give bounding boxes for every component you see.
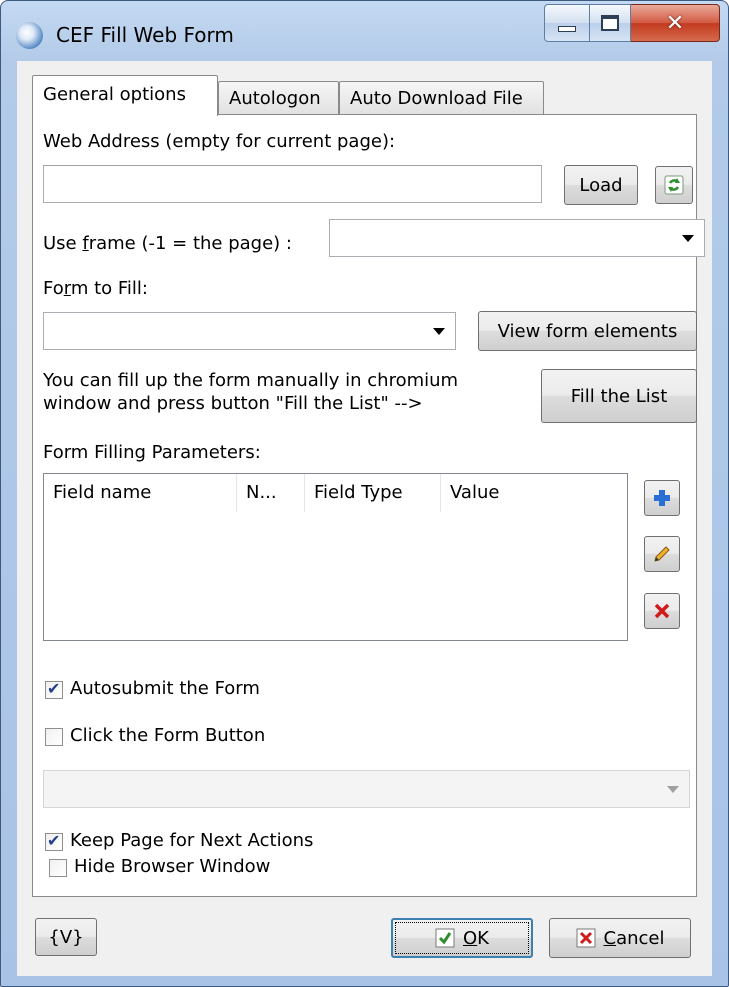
click-form-button-label[interactable]: Click the Form Button	[70, 725, 265, 746]
column-field-name[interactable]: Field name	[44, 474, 237, 512]
refresh-icon	[664, 175, 684, 195]
parameters-list-header: Field name N... Field Type Value	[44, 474, 627, 512]
window-title: CEF Fill Web Form	[56, 23, 234, 47]
autosubmit-checkbox[interactable]	[45, 679, 63, 699]
cancel-icon	[576, 928, 595, 948]
minimize-icon	[558, 26, 576, 32]
form-label: Form to Fill:	[43, 278, 148, 299]
tab-panel-general: Web Address (empty for current page): Lo…	[32, 114, 705, 897]
check-icon	[435, 928, 455, 948]
cancel-rest: ancel	[616, 927, 665, 949]
tab-general-options[interactable]: General options	[32, 75, 218, 116]
form-label-mnemonic: r	[63, 278, 71, 299]
form-label-pre: Fo	[43, 278, 64, 299]
fill-hint-line-2: window and press button "Fill the List" …	[43, 393, 423, 414]
chevron-down-icon	[667, 786, 679, 793]
parameters-label: Form Filling Parameters:	[43, 442, 261, 463]
add-parameter-button[interactable]	[644, 480, 680, 516]
tab-autologon[interactable]: Autologon	[218, 81, 339, 115]
autosubmit-label[interactable]: Autosubmit the Form	[70, 678, 260, 699]
cancel-mnemonic: C	[603, 927, 617, 949]
pencil-icon	[654, 546, 670, 562]
plus-icon	[654, 490, 670, 506]
fill-the-list-button[interactable]: Fill the List	[541, 369, 697, 423]
ok-rest: K	[477, 927, 489, 949]
tab-auto-download-file[interactable]: Auto Download File	[339, 81, 544, 115]
form-button-select[interactable]	[43, 770, 690, 808]
form-select[interactable]	[43, 312, 456, 350]
keep-page-label[interactable]: Keep Page for Next Actions	[70, 830, 313, 851]
cancel-label: Cancel	[604, 928, 665, 949]
frame-label: Use frame (-1 = the page) :	[43, 233, 292, 254]
close-button[interactable]: ✕	[631, 4, 720, 42]
form-label-post: m to Fill:	[70, 278, 148, 299]
keep-page-checkbox[interactable]	[45, 831, 63, 851]
fill-hint-line-1: You can fill up the form manually in chr…	[43, 370, 459, 391]
title-bar[interactable]: CEF Fill Web Form ✕	[1, 1, 728, 61]
minimize-button[interactable]	[544, 4, 590, 42]
fill-hint-text: You can fill up the form manually in chr…	[43, 369, 458, 415]
web-address-label: Web Address (empty for current page):	[43, 131, 396, 152]
click-form-button-checkbox[interactable]	[45, 728, 63, 746]
delete-parameter-button[interactable]	[644, 593, 680, 629]
hide-browser-label[interactable]: Hide Browser Window	[74, 856, 270, 877]
chevron-down-icon	[433, 328, 445, 335]
view-form-elements-button[interactable]: View form elements	[478, 311, 697, 351]
load-button[interactable]: Load	[564, 165, 638, 205]
chevron-down-icon	[682, 235, 694, 242]
ok-mnemonic: O	[463, 927, 478, 949]
variables-button[interactable]: {V}	[35, 918, 97, 956]
caption-buttons: ✕	[544, 4, 720, 42]
maximize-icon	[601, 15, 619, 31]
cancel-button[interactable]: Cancel	[549, 918, 691, 958]
close-icon: ✕	[665, 10, 685, 36]
column-n[interactable]: N...	[237, 474, 305, 512]
refresh-button[interactable]	[655, 166, 693, 204]
column-field-type[interactable]: Field Type	[305, 474, 441, 512]
frame-select[interactable]	[329, 219, 705, 257]
app-icon	[16, 22, 43, 49]
parameters-list[interactable]: Field name N... Field Type Value	[43, 473, 628, 641]
web-address-input[interactable]	[43, 165, 542, 203]
dialog-client: General options Autologon Auto Download …	[17, 61, 712, 976]
column-value[interactable]: Value	[441, 474, 571, 512]
ok-button[interactable]: OK	[391, 918, 533, 958]
delete-icon	[654, 603, 670, 619]
ok-label: OK	[463, 928, 489, 949]
dialog-window: CEF Fill Web Form ✕ General options Auto…	[0, 0, 729, 987]
hide-browser-checkbox[interactable]	[49, 859, 67, 877]
edit-parameter-button[interactable]	[644, 536, 680, 572]
maximize-button[interactable]	[590, 4, 631, 42]
frame-label-post: rame (-1 = the page) :	[88, 233, 292, 254]
frame-label-pre: Use	[43, 233, 83, 254]
